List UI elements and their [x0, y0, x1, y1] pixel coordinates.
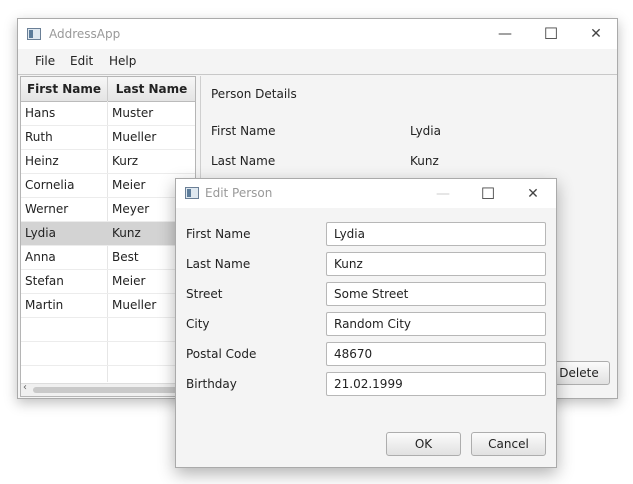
table-row[interactable]: Werner Meyer [21, 198, 195, 222]
ok-button[interactable]: OK [386, 432, 461, 456]
detail-last-name-label: Last Name [211, 154, 276, 168]
cell-last-name: Meyer [112, 202, 150, 216]
dialog-close-button[interactable]: ✕ [510, 179, 556, 209]
cell-last-name: Kunz [112, 226, 141, 240]
window-title: AddressApp [49, 27, 121, 41]
cell-first-name: Werner [25, 202, 69, 216]
close-button[interactable]: ✕ [573, 19, 619, 49]
table-row[interactable]: Lydia Kunz [21, 222, 195, 246]
postal-code-label: Postal Code [186, 347, 257, 361]
menu-help[interactable]: Help [109, 54, 136, 68]
cell-last-name: Meier [112, 274, 146, 288]
cell-last-name: Mueller [112, 298, 157, 312]
cell-first-name: Hans [25, 106, 56, 120]
table-row[interactable]: Heinz Kurz [21, 150, 195, 174]
cell-first-name: Lydia [25, 226, 56, 240]
table-header: First Name Last Name [21, 77, 195, 102]
first-name-label: First Name [186, 227, 251, 241]
minimize-button[interactable]: — [482, 19, 528, 49]
table-row[interactable]: Cornelia Meier [21, 174, 195, 198]
cell-first-name: Anna [25, 250, 56, 264]
detail-last-name-value: Kunz [410, 154, 439, 168]
menu-file[interactable]: File [35, 54, 55, 68]
cell-last-name: Best [112, 250, 139, 264]
street-field[interactable] [326, 282, 546, 306]
cell-first-name: Stefan [25, 274, 64, 288]
dialog-maximize-button[interactable]: ☐ [465, 179, 511, 209]
person-table[interactable]: First Name Last Name Hans Muster Ruth Muell… [20, 76, 196, 397]
city-field[interactable] [326, 312, 546, 336]
menu-bar: File Edit Help [18, 49, 617, 75]
app-icon [27, 28, 41, 40]
cell-last-name: Mueller [112, 130, 157, 144]
table-row[interactable]: Hans Muster [21, 102, 195, 126]
detail-first-name-value: Lydia [410, 124, 441, 138]
cell-last-name: Meier [112, 178, 146, 192]
dialog-minimize-button: — [436, 186, 450, 202]
table-row[interactable]: Anna Best [21, 246, 195, 270]
empty-table-row[interactable] [21, 342, 195, 366]
cell-last-name: Muster [112, 106, 154, 120]
birthday-label: Birthday [186, 377, 237, 391]
delete-button[interactable]: Delete [548, 361, 610, 385]
menu-edit[interactable]: Edit [70, 54, 93, 68]
last-name-field[interactable] [326, 252, 546, 276]
maximize-button[interactable]: ☐ [528, 19, 574, 49]
scrollbar-thumb[interactable] [33, 387, 183, 393]
edit-person-dialog: Edit Person — ☐ ✕ First Name Last Name S… [175, 178, 557, 468]
cell-last-name: Kurz [112, 154, 139, 168]
column-first-name[interactable]: First Name [21, 77, 108, 101]
cell-first-name: Ruth [25, 130, 53, 144]
cell-first-name: Heinz [25, 154, 59, 168]
cell-first-name: Martin [25, 298, 64, 312]
table-row[interactable]: Stefan Meier [21, 270, 195, 294]
dialog-title: Edit Person [205, 186, 273, 200]
horizontal-scrollbar[interactable]: ‹ [21, 382, 195, 396]
column-last-name[interactable]: Last Name [108, 77, 195, 101]
birthday-field[interactable] [326, 372, 546, 396]
empty-table-row[interactable] [21, 318, 195, 342]
street-label: Street [186, 287, 223, 301]
scroll-left-icon[interactable]: ‹ [23, 382, 27, 393]
main-title-bar[interactable]: AddressApp — ☐ ✕ [18, 19, 617, 49]
dialog-title-bar[interactable]: Edit Person — ☐ ✕ [176, 179, 556, 208]
first-name-field[interactable] [326, 222, 546, 246]
postal-code-field[interactable] [326, 342, 546, 366]
table-row[interactable]: Martin Mueller [21, 294, 195, 318]
details-heading: Person Details [211, 87, 297, 101]
last-name-label: Last Name [186, 257, 251, 271]
table-row[interactable]: Ruth Mueller [21, 126, 195, 150]
cancel-button[interactable]: Cancel [471, 432, 546, 456]
city-label: City [186, 317, 210, 331]
detail-first-name-label: First Name [211, 124, 276, 138]
dialog-app-icon [185, 187, 199, 199]
cell-first-name: Cornelia [25, 178, 75, 192]
